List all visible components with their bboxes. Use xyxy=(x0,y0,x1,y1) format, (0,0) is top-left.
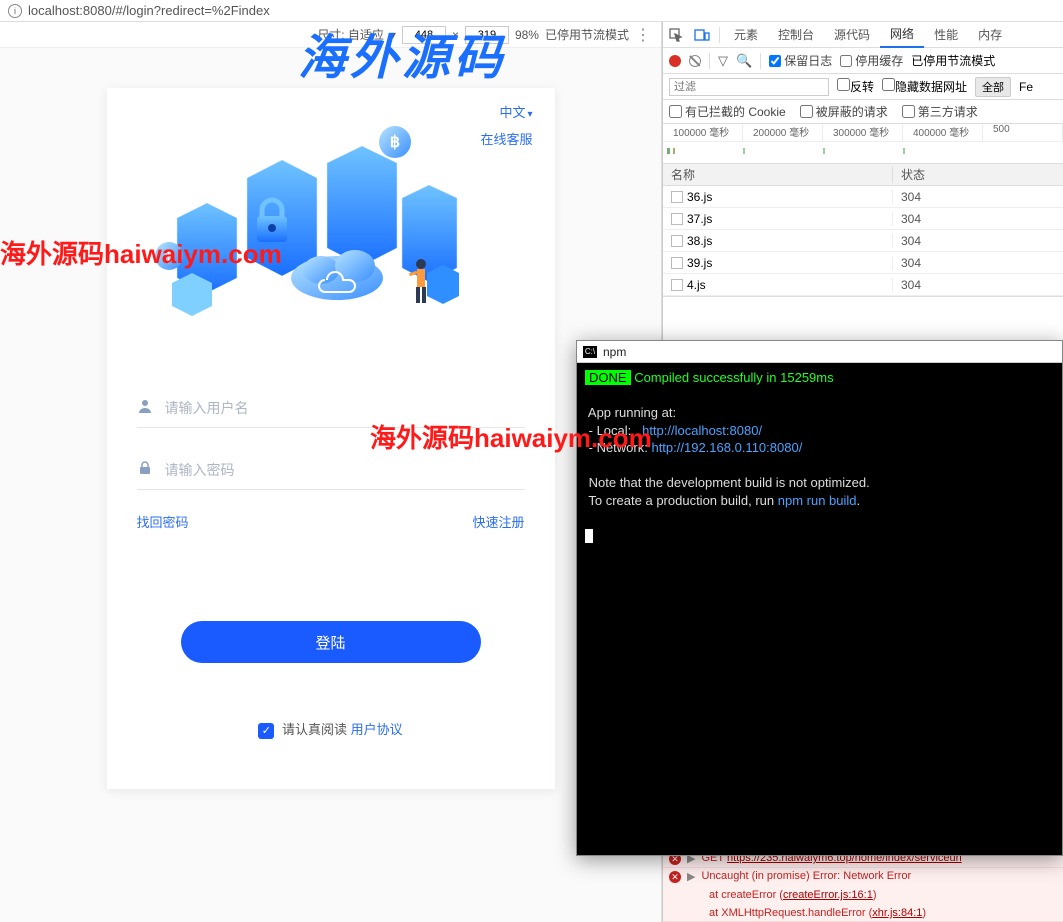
source-link[interactable]: createError.js:16:1 xyxy=(783,889,873,901)
devtools-console: ✕ ▶ GET https://235.haiwaiym6.top/home/i… xyxy=(663,849,1063,922)
tab-memory[interactable]: 内存 xyxy=(968,22,1012,48)
timeline-tick: 100000 毫秒 xyxy=(663,124,743,141)
username-field[interactable] xyxy=(137,388,525,428)
file-icon xyxy=(671,257,683,269)
network-timeline[interactable]: 100000 毫秒 200000 毫秒 300000 毫秒 400000 毫秒 … xyxy=(663,124,1063,164)
filter-fetch-pill[interactable]: Fe xyxy=(1019,80,1033,94)
error-icon: ✕ xyxy=(669,871,681,883)
tab-elements[interactable]: 元素 xyxy=(724,22,768,48)
blocked-cookie-checkbox[interactable]: 有已拦截的 Cookie xyxy=(669,103,786,120)
cursor xyxy=(585,529,593,543)
agreement-prefix: 请认真阅读 xyxy=(282,722,347,737)
preserve-log-checkbox[interactable]: 保留日志 xyxy=(769,52,832,69)
zoom-label[interactable]: 98% xyxy=(515,28,539,42)
shielded-req-checkbox[interactable]: 被屏蔽的请求 xyxy=(800,103,888,120)
language-link[interactable]: 中文▾ xyxy=(480,102,532,121)
thirdparty-req-checkbox[interactable]: 第三方请求 xyxy=(902,103,978,120)
agreement-row: ✓ 请认真阅读 用户协议 xyxy=(137,719,525,739)
throttle-select[interactable]: 已停用节流模式 xyxy=(911,52,995,69)
local-url: http://localhost:8080/ xyxy=(642,423,762,438)
filter-all-pill[interactable]: 全部 xyxy=(975,77,1011,97)
preview-body: 中文▾ 在线客服 xyxy=(0,48,661,922)
table-row[interactable]: 4.js304 xyxy=(663,274,1063,296)
tab-sources[interactable]: 源代码 xyxy=(824,22,880,48)
col-name[interactable]: 名称 xyxy=(663,166,893,183)
terminal-titlebar[interactable]: C:\ npm xyxy=(577,341,1062,363)
network-toolbar: ▽ 🔍 保留日志 停用缓存 已停用节流模式 xyxy=(663,48,1063,74)
throttle-label[interactable]: 已停用节流模式 xyxy=(545,26,629,43)
lock-icon xyxy=(137,460,157,479)
source-link[interactable]: xhr.js:84:1 xyxy=(872,907,922,919)
cookie-filter-row: 有已拦截的 Cookie 被屏蔽的请求 第三方请求 xyxy=(663,100,1063,124)
file-icon xyxy=(671,279,683,291)
agreement-checkbox[interactable]: ✓ xyxy=(258,723,274,739)
info-icon: i xyxy=(8,4,22,18)
dim-sep: × xyxy=(452,28,459,42)
terminal-body: DONE Compiled successfully in 15259ms Ap… xyxy=(577,363,1062,550)
login-top-links: 中文▾ 在线客服 xyxy=(480,102,532,156)
cmd-icon: C:\ xyxy=(583,346,597,358)
network-filter-row: 反转 隐藏数据网址 全部 Fe xyxy=(663,74,1063,100)
register-link[interactable]: 快速注册 xyxy=(472,512,524,531)
size-label[interactable]: 尺寸: 自适应 xyxy=(317,26,384,43)
inspect-icon[interactable] xyxy=(663,22,689,48)
col-status[interactable]: 状态 xyxy=(893,166,1063,183)
forgot-password-link[interactable]: 找回密码 xyxy=(137,512,189,531)
url-text: localhost:8080/#/login?redirect=%2Findex xyxy=(28,3,270,18)
service-link[interactable]: 在线客服 xyxy=(480,129,532,148)
height-input[interactable] xyxy=(465,26,509,44)
expand-arrow-icon[interactable]: ▶ xyxy=(687,870,695,883)
login-card: 中文▾ 在线客服 xyxy=(107,88,555,789)
tab-network[interactable]: 网络 xyxy=(880,22,924,48)
tab-performance[interactable]: 性能 xyxy=(924,22,968,48)
invert-checkbox[interactable]: 反转 xyxy=(837,78,874,95)
file-icon xyxy=(671,213,683,225)
password-field[interactable] xyxy=(137,450,525,490)
timeline-tick: 200000 毫秒 xyxy=(743,124,823,141)
login-button[interactable]: 登陆 xyxy=(181,621,481,663)
tab-console[interactable]: 控制台 xyxy=(768,22,824,48)
npm-terminal-window[interactable]: C:\ npm DONE Compiled successfully in 15… xyxy=(576,340,1063,856)
hero-illustration: ฿ ฿ xyxy=(137,108,467,328)
device-toggle-icon[interactable] xyxy=(689,22,715,48)
timeline-tick: 300000 毫秒 xyxy=(823,124,903,141)
terminal-title: npm xyxy=(603,345,626,359)
svg-text:฿: ฿ xyxy=(164,248,173,264)
table-row[interactable]: 38.js304 xyxy=(663,230,1063,252)
chevron-down-icon[interactable]: ▾ xyxy=(390,28,396,42)
chevron-down-icon: ▾ xyxy=(527,109,532,120)
filter-input[interactable] xyxy=(669,78,829,96)
done-badge: DONE xyxy=(585,370,631,385)
clear-icon[interactable] xyxy=(689,55,701,67)
network-table: 名称 状态 36.js304 37.js304 38.js304 39.js30… xyxy=(663,164,1063,297)
disable-cache-checkbox[interactable]: 停用缓存 xyxy=(840,52,903,69)
agreement-link[interactable]: 用户协议 xyxy=(351,722,403,737)
browser-url-bar[interactable]: i localhost:8080/#/login?redirect=%2Find… xyxy=(0,0,1063,22)
username-input[interactable] xyxy=(165,400,525,416)
devtools-tabs: 元素 控制台 源代码 网络 性能 内存 xyxy=(663,22,1063,48)
network-url: http://192.168.0.110:8080/ xyxy=(651,440,802,455)
record-icon[interactable] xyxy=(669,55,681,67)
table-row[interactable]: 39.js304 xyxy=(663,252,1063,274)
password-input[interactable] xyxy=(165,462,525,478)
width-input[interactable] xyxy=(402,26,446,44)
filter-icon[interactable]: ▽ xyxy=(718,53,728,69)
file-icon xyxy=(671,191,683,203)
device-preview-panel: 尺寸: 自适应 ▾ × 98% 已停用节流模式 ⋮ 中文▾ 在线客服 xyxy=(0,22,662,922)
file-icon xyxy=(671,235,683,247)
hide-dataurl-checkbox[interactable]: 隐藏数据网址 xyxy=(882,78,967,95)
search-icon[interactable]: 🔍 xyxy=(736,53,752,69)
timeline-tick: 500 xyxy=(983,124,1063,141)
table-row[interactable]: 36.js304 xyxy=(663,186,1063,208)
table-row[interactable]: 37.js304 xyxy=(663,208,1063,230)
preview-toolbar: 尺寸: 自适应 ▾ × 98% 已停用节流模式 ⋮ xyxy=(0,22,661,48)
svg-text:฿: ฿ xyxy=(389,134,399,151)
login-form: 找回密码 快速注册 登陆 ✓ 请认真阅读 用户协议 xyxy=(137,388,525,739)
console-error-line[interactable]: ✕ ▶ Uncaught (in promise) Error: Network… xyxy=(663,868,1063,922)
timeline-tick: 400000 毫秒 xyxy=(903,124,983,141)
more-menu-icon[interactable]: ⋮ xyxy=(635,25,651,45)
user-icon xyxy=(137,398,157,417)
